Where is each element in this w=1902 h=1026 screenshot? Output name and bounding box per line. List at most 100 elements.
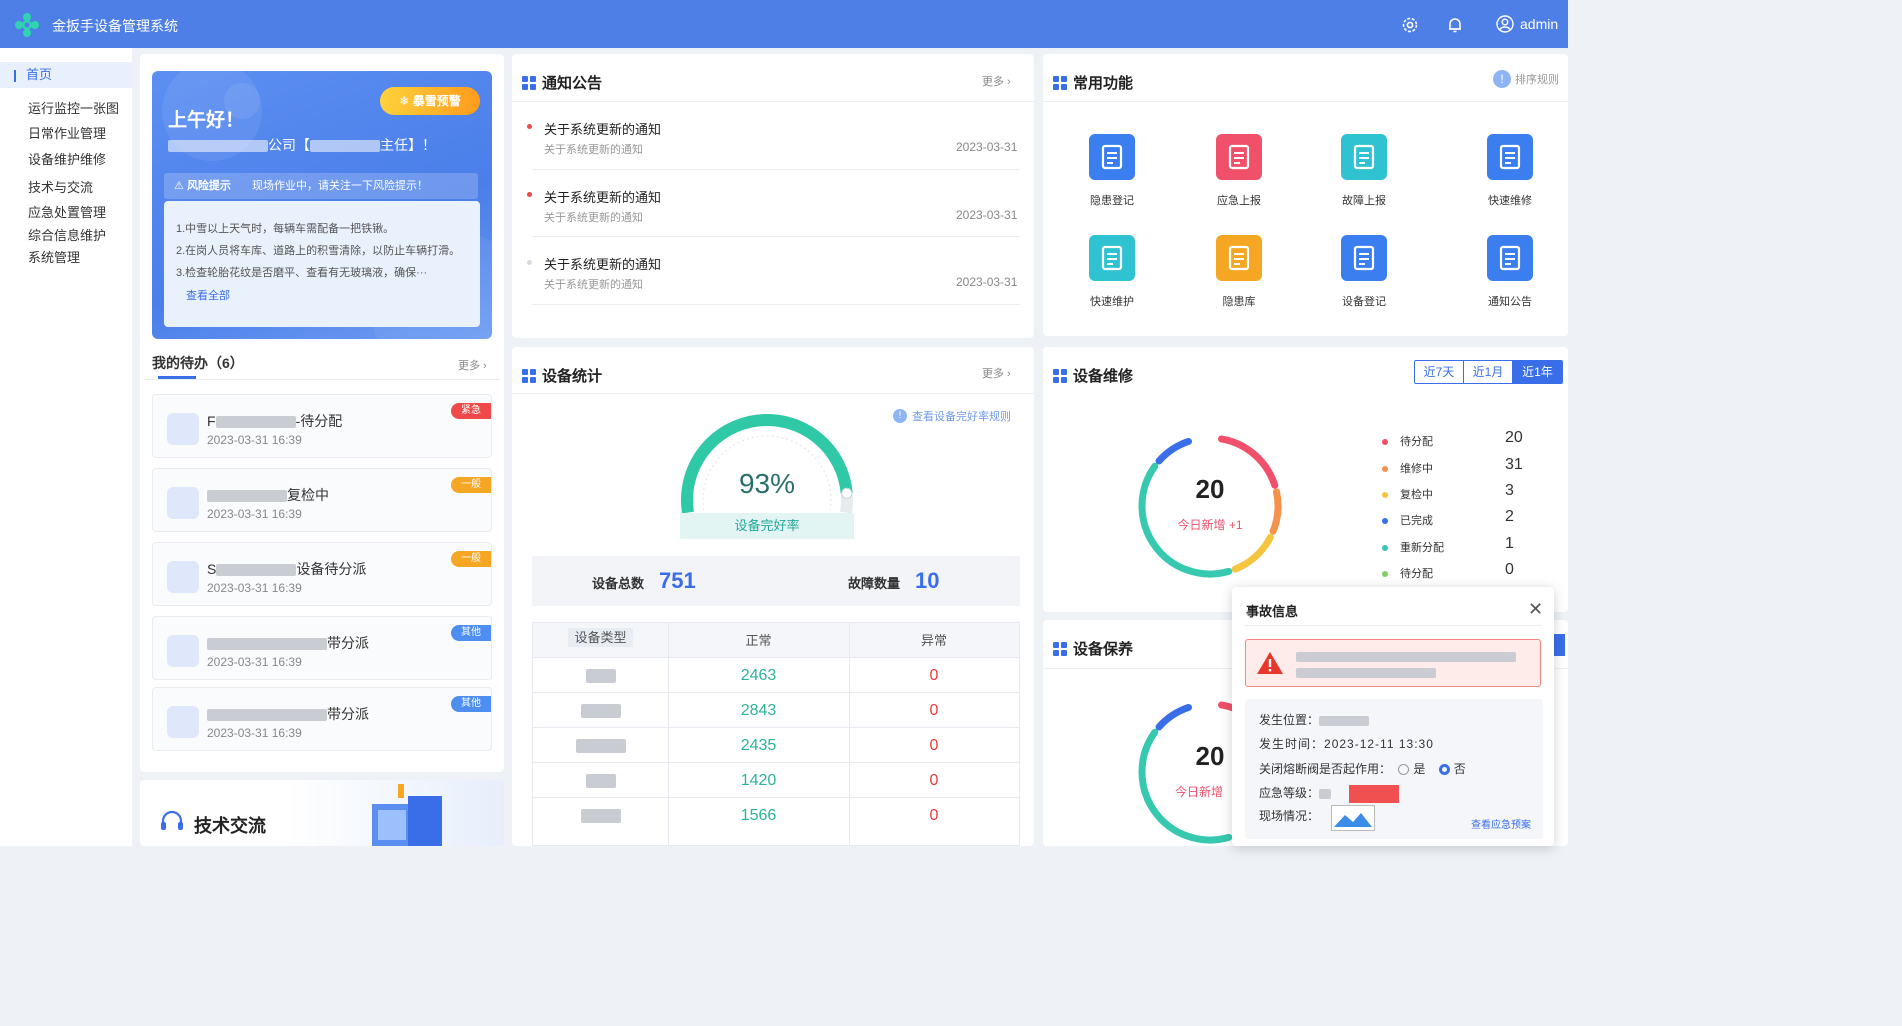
sidebar-item-system[interactable]: 系统管理: [28, 247, 80, 266]
function-home-warning[interactable]: 隐患库: [1199, 235, 1279, 309]
warning-icon: ⚠: [174, 180, 184, 192]
logo-icon: [15, 13, 39, 37]
function-speaker[interactable]: 通知公告: [1470, 235, 1550, 309]
fault-value: 10: [915, 568, 940, 593]
notice-item-date: 2023-03-31: [956, 275, 1018, 289]
notice-more-link[interactable]: 更多 ›: [982, 73, 1011, 89]
sidebar-item-tech[interactable]: 技术与交流: [28, 177, 93, 196]
table-row: 1420 0: [533, 762, 1019, 797]
todo-item[interactable]: 复检中 2023-03-31 16:39 一般: [152, 468, 492, 532]
notice-item-sub: 关于系统更新的通知: [544, 212, 643, 224]
legend-item: 重新分配: [1382, 539, 1444, 555]
view-all-link[interactable]: 查看全部: [186, 287, 230, 303]
grid-icon: [1053, 368, 1067, 383]
sidebar-item-label: 首页: [26, 67, 53, 82]
function-warning[interactable]: 应急上报: [1199, 134, 1279, 208]
function-device[interactable]: 设备登记: [1324, 235, 1404, 309]
normal-count: 1566: [740, 807, 777, 824]
range-1y-button[interactable]: 近1年: [1513, 361, 1562, 383]
todo-item-title: 带分派: [207, 633, 369, 653]
doc-edit-icon: [1089, 235, 1135, 281]
document-icon: [167, 706, 199, 738]
todo-item[interactable]: 带分派 2023-03-31 16:39 其他: [152, 687, 492, 751]
user-menu[interactable]: admin: [1496, 15, 1558, 33]
sidebar-item-daily[interactable]: 日常作业管理: [28, 123, 106, 142]
repair-title: 设备维修: [1053, 365, 1133, 386]
radio-yes[interactable]: [1398, 764, 1410, 776]
repair-center-label: 今日新增 +1: [1177, 518, 1243, 532]
settings-icon[interactable]: [1400, 15, 1420, 35]
priority-tag: 一般: [451, 551, 491, 567]
close-icon[interactable]: ✕: [1528, 599, 1543, 620]
notice-item-title[interactable]: 关于系统更新的通知: [544, 119, 661, 138]
valve-row: 关闭熔断阀是否起作用： 是 否: [1259, 762, 1466, 776]
fault-label: 故障数量: [848, 576, 901, 591]
todo-item-title: 复检中: [207, 485, 329, 505]
repair-donut-chart: [1138, 435, 1282, 578]
sidebar-item-maintenance[interactable]: 设备维护维修: [28, 149, 106, 168]
range-toggle-partial[interactable]: [1553, 634, 1565, 656]
warning-icon: [1216, 134, 1262, 180]
rate-label: 设备完好率: [680, 513, 854, 539]
divider: [532, 169, 1020, 170]
legend-label: 复检中: [1400, 489, 1433, 501]
function-house-wrench[interactable]: 故障上报: [1324, 134, 1404, 208]
device-stats-more-link[interactable]: 更多 ›: [982, 365, 1011, 381]
function-doc-search[interactable]: 快速维修: [1470, 134, 1550, 208]
function-wrench[interactable]: 隐患登记: [1072, 134, 1152, 208]
abnormal-count: 0: [929, 772, 939, 789]
todo-item[interactable]: 带分派 2023-03-31 16:39 其他: [152, 616, 492, 680]
table-row: 2435 0: [533, 727, 1019, 762]
donut-segment: [1231, 533, 1274, 573]
view-plan-link[interactable]: 查看应急预案: [1471, 816, 1531, 831]
notice-item-title[interactable]: 关于系统更新的通知: [544, 254, 661, 273]
doc-search-icon: [1487, 134, 1533, 180]
notice-dot: [527, 124, 532, 129]
device-table: 设备类型 正常 异常 2463 0 2843 0 2435 0 1420 0 1566 0: [532, 622, 1020, 847]
bell-icon[interactable]: [1445, 15, 1465, 35]
document-icon: [167, 487, 199, 519]
username: admin: [1520, 16, 1559, 32]
rate-rule-link[interactable]: ! 查看设备完好率规则: [893, 408, 1011, 424]
range-7d-button[interactable]: 近7天: [1415, 361, 1464, 383]
scene-image-icon[interactable]: [1331, 805, 1375, 831]
legend-label: 待分配: [1400, 436, 1433, 448]
todo-item[interactable]: F -待分配 2023-03-31 16:39 紧急: [152, 394, 492, 458]
grid-icon: [1053, 75, 1067, 90]
function-doc-edit[interactable]: 快速维护: [1072, 235, 1152, 309]
risk-tip: 2.在岗人员将车库、道路上的积雪清除，以防止车辆打滑。: [176, 245, 461, 257]
accident-info: 发生位置： 发生时间：2023-12-11 13:30 关闭熔断阀是否起作用： …: [1245, 699, 1543, 839]
abnormal-count: 0: [929, 737, 939, 754]
maintain-title: 设备保养: [1053, 638, 1133, 659]
greeting: 上午好！: [168, 110, 245, 131]
table-row: 2463 0: [533, 657, 1019, 692]
normal-count: 1420: [740, 772, 777, 789]
sort-rule-link[interactable]: ! 排序规则: [1493, 70, 1559, 88]
sidebar-item-emergency[interactable]: 应急处置管理: [28, 202, 106, 221]
legend-value: 1: [1505, 535, 1514, 552]
tech-title: 技术交流: [194, 816, 266, 836]
todo-item[interactable]: S 设备待分派 2023-03-31 16:39 一般: [152, 542, 492, 606]
divider: [144, 379, 500, 380]
headset-icon: [161, 810, 183, 830]
sidebar-item-info[interactable]: 综合信息维护: [28, 225, 106, 244]
todo-more-link[interactable]: 更多 ›: [458, 357, 487, 373]
sidebar-item-home[interactable]: 首页: [0, 62, 132, 88]
notice-item-sub: 关于系统更新的通知: [544, 279, 643, 291]
priority-tag: 其他: [451, 625, 491, 641]
todo-item-time: 2023-03-31 16:39: [207, 507, 302, 521]
sidebar-item-monitor[interactable]: 运行监控一张图: [28, 98, 119, 117]
wrench-icon: [1089, 134, 1135, 180]
range-1m-button[interactable]: 近1月: [1464, 361, 1513, 383]
tech-card[interactable]: 技术交流: [140, 780, 504, 846]
legend-value: 20: [1505, 429, 1523, 446]
risk-text: 现场作业中，请关注一下风险提示！: [252, 180, 428, 192]
blizzard-warning-badge[interactable]: ❄ 暴雪预警: [380, 87, 480, 115]
risk-tip: 3.检查轮胎花纹是否磨平、查看有无玻璃液，确保···: [176, 267, 428, 279]
todo-item-title: F -待分配: [207, 413, 343, 429]
notice-title: 通知公告: [522, 72, 602, 93]
radio-no[interactable]: [1438, 764, 1450, 776]
legend-value: 3: [1505, 482, 1514, 499]
notice-item-title[interactable]: 关于系统更新的通知: [544, 187, 661, 206]
popup-title: 事故信息: [1246, 604, 1299, 619]
